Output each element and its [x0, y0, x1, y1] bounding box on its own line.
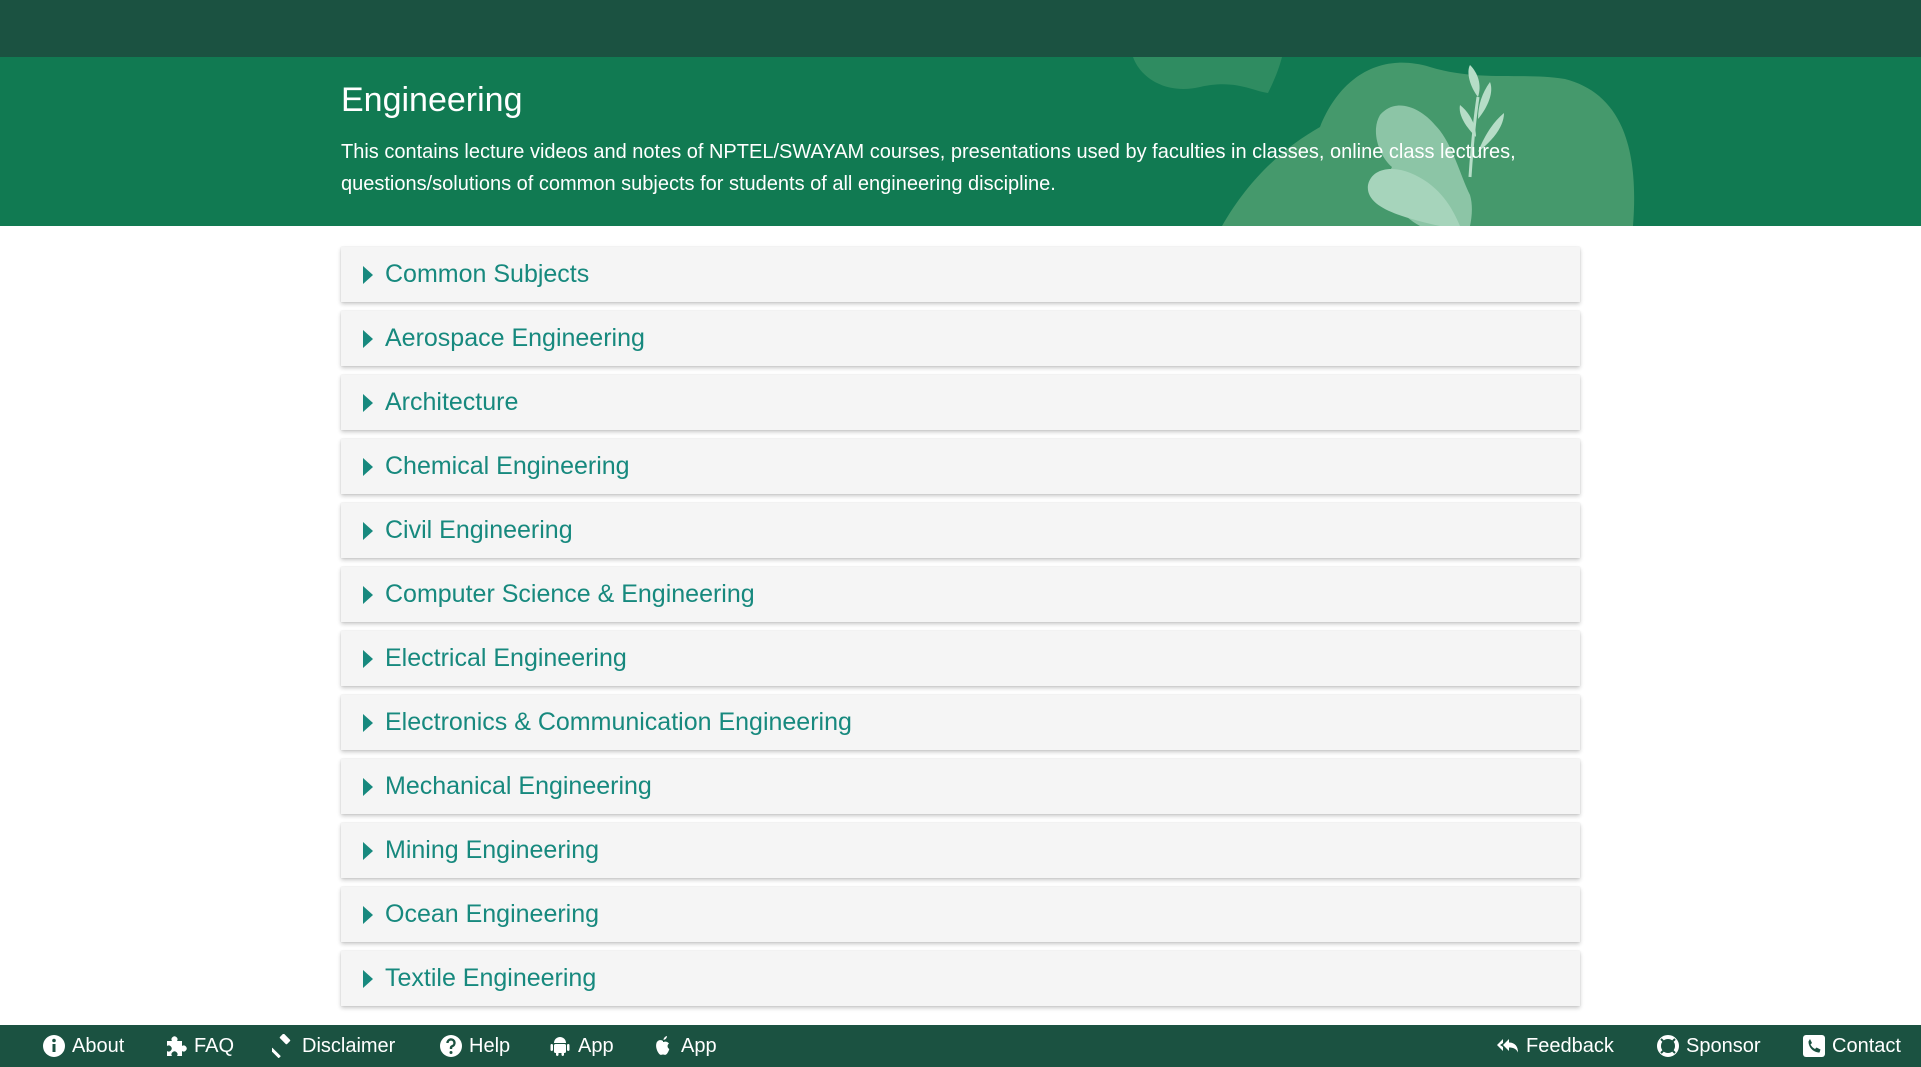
puzzle-icon: [167, 1036, 187, 1056]
footer-link-label: Feedback: [1526, 1034, 1614, 1057]
footer-link-label: Sponsor: [1686, 1034, 1761, 1057]
category-label: Architecture: [385, 388, 519, 416]
footer-link-disclaimer[interactable]: Disclaimer: [272, 1025, 395, 1067]
footer-link-ios-app[interactable]: App: [651, 1025, 717, 1067]
caret-right-icon: [363, 905, 373, 924]
top-bar: [0, 0, 1921, 57]
category-label: Electronics & Communication Engineering: [385, 708, 852, 736]
category-label: Aerospace Engineering: [385, 324, 645, 352]
apple-icon: [656, 1036, 670, 1055]
category-item-electrical-engineering[interactable]: Electrical Engineering: [341, 631, 1580, 686]
footer-link-help[interactable]: Help: [439, 1025, 510, 1067]
caret-right-icon: [363, 841, 373, 860]
page-description: This contains lecture videos and notes o…: [341, 141, 1516, 195]
caret-right-icon: [363, 777, 373, 796]
phone-icon: [1803, 1035, 1825, 1057]
category-label: Mining Engineering: [385, 836, 600, 864]
category-list: Common Subjects Aerospace Engineering Ar…: [341, 247, 1580, 1015]
category-item-textile-engineering[interactable]: Textile Engineering: [341, 951, 1580, 1006]
footer-link-label: Disclaimer: [302, 1034, 396, 1057]
caret-right-icon: [363, 329, 373, 348]
category-label: Textile Engineering: [385, 964, 597, 992]
footer-link-label: Contact: [1832, 1034, 1901, 1057]
category-item-electronics-communication-engineering[interactable]: Electronics & Communication Engineering: [341, 695, 1580, 750]
category-item-computer-science-engineering[interactable]: Computer Science & Engineering: [341, 567, 1580, 622]
category-item-aerospace-engineering[interactable]: Aerospace Engineering: [341, 311, 1580, 366]
footer-link-sponsor[interactable]: Sponsor: [1656, 1025, 1761, 1067]
caret-right-icon: [363, 713, 373, 732]
category-item-mechanical-engineering[interactable]: Mechanical Engineering: [341, 759, 1580, 814]
category-item-ocean-engineering[interactable]: Ocean Engineering: [341, 887, 1580, 942]
footer-link-feedback[interactable]: Feedback: [1496, 1025, 1614, 1067]
caret-right-icon: [363, 393, 373, 412]
caret-right-icon: [363, 969, 373, 988]
footer-link-label: Help: [469, 1034, 511, 1057]
caret-right-icon: [363, 585, 373, 604]
category-label: Computer Science & Engineering: [385, 580, 755, 608]
page-header: Engineering This contains lecture videos…: [0, 57, 1921, 226]
category-item-mining-engineering[interactable]: Mining Engineering: [341, 823, 1580, 878]
category-label: Electrical Engineering: [385, 644, 627, 672]
category-item-chemical-engineering[interactable]: Chemical Engineering: [341, 439, 1580, 494]
category-label: Civil Engineering: [385, 516, 573, 544]
footer-link-about[interactable]: About: [42, 1025, 124, 1067]
category-item-common-subjects[interactable]: Common Subjects: [341, 247, 1580, 302]
category-label: Chemical Engineering: [385, 452, 630, 480]
footer-link-android-app[interactable]: App: [548, 1025, 614, 1067]
category-item-civil-engineering[interactable]: Civil Engineering: [341, 503, 1580, 558]
footer-link-label: FAQ: [194, 1034, 235, 1057]
footer-link-contact[interactable]: Contact: [1802, 1025, 1901, 1067]
caret-right-icon: [363, 457, 373, 476]
category-label: Common Subjects: [385, 260, 590, 288]
android-icon: [550, 1037, 570, 1056]
footer-link-faq[interactable]: FAQ: [164, 1025, 234, 1067]
footer-link-label: App: [681, 1034, 717, 1057]
caret-right-icon: [363, 649, 373, 668]
caret-right-icon: [363, 265, 373, 284]
footer-link-label: App: [578, 1034, 614, 1057]
footer-link-label: About: [72, 1034, 125, 1057]
category-item-architecture[interactable]: Architecture: [341, 375, 1580, 430]
info-icon: [43, 1035, 65, 1057]
category-label: Ocean Engineering: [385, 900, 600, 928]
category-label: Mechanical Engineering: [385, 772, 652, 800]
footer-bar: About FAQ Disclaimer Help App App Feedba…: [0, 1025, 1921, 1067]
lifering-icon: [1657, 1035, 1679, 1057]
page-title: Engineering: [341, 81, 523, 119]
reply-all-icon: [1497, 1039, 1518, 1053]
gavel-icon: [272, 1034, 291, 1058]
question-icon: [440, 1035, 462, 1057]
caret-right-icon: [363, 521, 373, 540]
